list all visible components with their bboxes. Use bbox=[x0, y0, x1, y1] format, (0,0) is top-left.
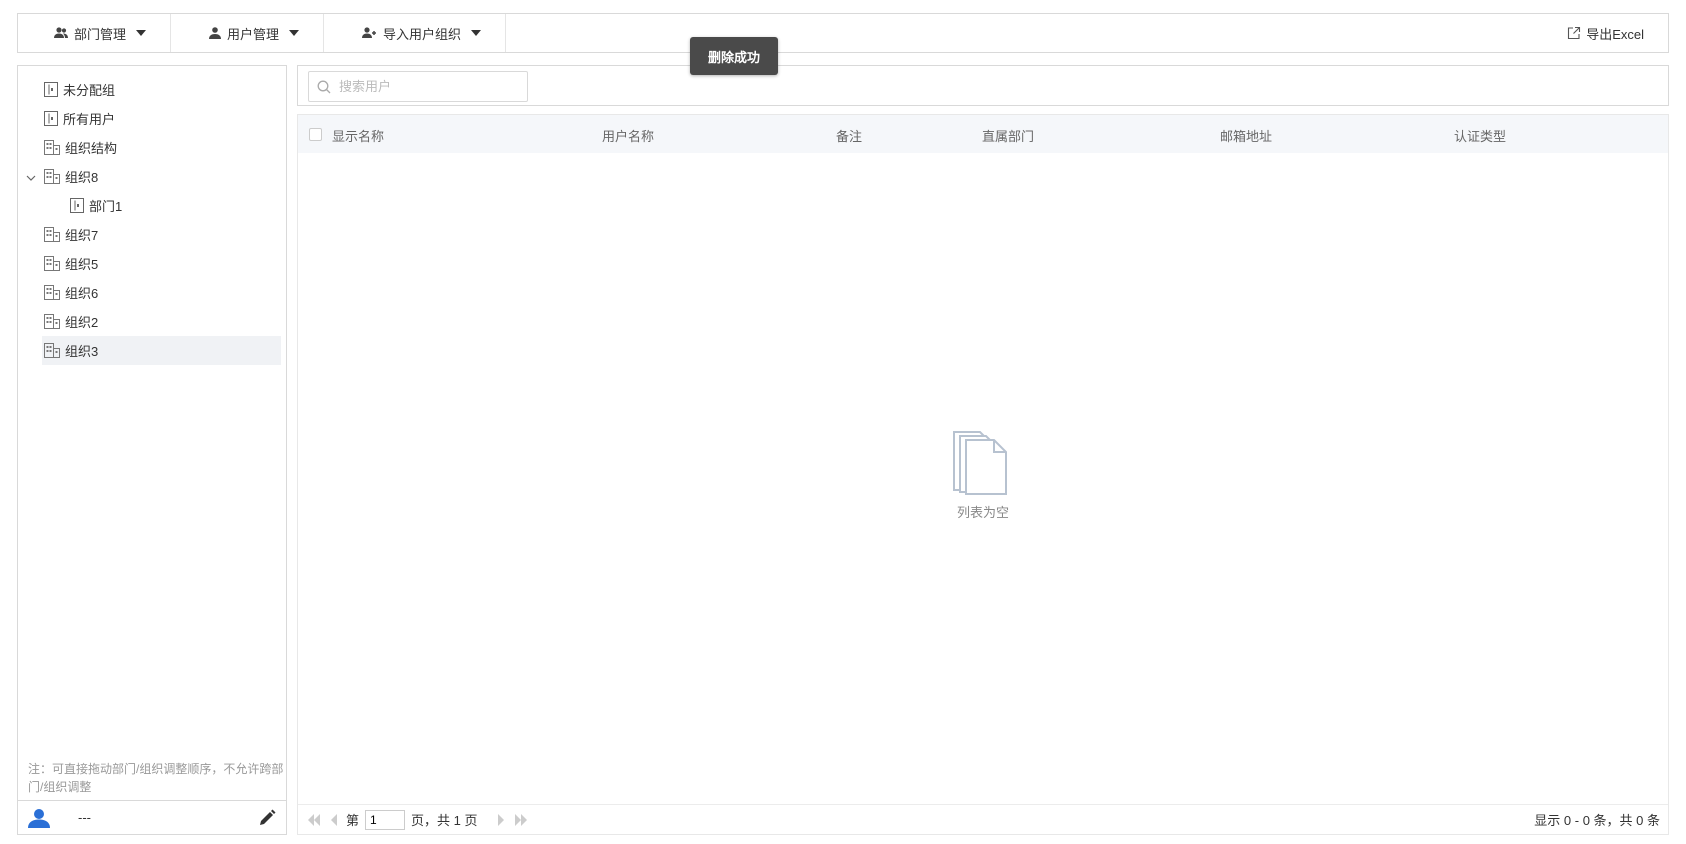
org-tree-panel: 未分配组所有用户组织结构组织8 部门1 组织7 组织5 组织6 组织2 组织3 注：可直接拖… bbox=[17, 65, 287, 835]
grid-header: 显示名称 用户名称 备注 直属部门 邮箱地址 认证类型 bbox=[298, 115, 1668, 153]
last-page-icon[interactable] bbox=[513, 813, 529, 827]
page-total: 页，共 1 页 bbox=[411, 813, 478, 828]
import-label: 导入用户组织 bbox=[383, 26, 462, 42]
tree-node[interactable]: 部门1 bbox=[18, 191, 286, 220]
org-icon bbox=[44, 256, 60, 271]
caret-down-icon bbox=[289, 30, 300, 36]
tree-node[interactable]: 组织结构 bbox=[18, 133, 286, 162]
user-mgmt-menu-button[interactable]: 用户管理 bbox=[171, 14, 325, 52]
export-icon bbox=[1567, 26, 1581, 40]
page-prefix: 第 bbox=[346, 813, 360, 828]
column-header-department[interactable]: 直属部门 bbox=[982, 126, 1034, 145]
export-excel-button[interactable]: 导出Excel bbox=[1567, 24, 1668, 43]
user-mgmt-label: 用户管理 bbox=[227, 26, 280, 42]
empty-documents-icon bbox=[952, 430, 1014, 496]
dept-mgmt-menu-button[interactable]: 部门管理 bbox=[18, 14, 172, 52]
org-icon bbox=[44, 140, 60, 155]
sidebar-note: 注：可直接拖动部门/组织调整顺序，不允许跨部门/组织调整 bbox=[28, 762, 284, 794]
search-bar bbox=[297, 65, 1669, 106]
tree-node[interactable]: 未分配组 bbox=[18, 75, 286, 104]
select-all-checkbox[interactable] bbox=[309, 128, 322, 141]
column-header-auth-type[interactable]: 认证类型 bbox=[1454, 126, 1506, 145]
tree-node-label: 所有用户 bbox=[63, 112, 116, 127]
tree-node-label: 组织6 bbox=[65, 286, 99, 301]
pencil-icon[interactable] bbox=[258, 809, 276, 827]
user-grid: 显示名称 用户名称 备注 直属部门 邮箱地址 认证类型 列表为空 第 页，共 1… bbox=[297, 114, 1669, 835]
tree-node-label: 部门1 bbox=[89, 199, 123, 214]
caret-down-icon bbox=[136, 30, 147, 36]
tree-node-label: 组织7 bbox=[65, 228, 99, 243]
org-icon bbox=[44, 285, 60, 300]
org-icon bbox=[44, 227, 60, 242]
tree-node[interactable]: 组织6 bbox=[18, 278, 286, 307]
caret-down-icon bbox=[471, 30, 482, 36]
user-avatar-icon bbox=[28, 808, 50, 828]
tree-node-label: 未分配组 bbox=[63, 83, 116, 98]
chevron-down-icon[interactable] bbox=[26, 171, 36, 181]
users-icon bbox=[54, 27, 68, 39]
org-icon bbox=[44, 343, 60, 358]
tree-node[interactable]: 组织3 bbox=[42, 336, 281, 365]
org-icon bbox=[44, 169, 60, 184]
pagination-bar: 第 页，共 1 页 显示 0 - 0 条，共 0 条 bbox=[298, 804, 1668, 834]
empty-state-text: 列表为空 bbox=[956, 505, 1009, 520]
toolbar: 部门管理 用户管理 导入用户组织 导出Excel bbox=[17, 13, 1669, 53]
next-page-icon[interactable] bbox=[495, 813, 507, 827]
tree-node-label: 组织8 bbox=[65, 170, 99, 185]
dept-icon bbox=[44, 82, 58, 97]
user-import-icon bbox=[362, 27, 377, 39]
tree-node-label: 组织5 bbox=[65, 257, 99, 272]
empty-state: 列表为空 bbox=[298, 430, 1668, 521]
export-label: 导出Excel bbox=[1586, 26, 1644, 42]
search-input[interactable] bbox=[339, 79, 509, 94]
dept-icon bbox=[70, 198, 84, 213]
sidebar-footer: --- bbox=[18, 800, 286, 834]
column-header-remark[interactable]: 备注 bbox=[836, 126, 862, 145]
tree-node[interactable]: 组织7 bbox=[18, 220, 286, 249]
column-header-email[interactable]: 邮箱地址 bbox=[1220, 126, 1272, 145]
first-page-icon[interactable] bbox=[306, 813, 322, 827]
current-user-name: --- bbox=[78, 810, 91, 825]
import-menu-button[interactable]: 导入用户组织 bbox=[324, 14, 507, 52]
user-icon bbox=[209, 27, 222, 39]
tree-node-label: 组织2 bbox=[65, 315, 99, 330]
pagination-summary: 显示 0 - 0 条，共 0 条 bbox=[1534, 813, 1660, 828]
search-icon bbox=[317, 80, 331, 94]
search-box[interactable] bbox=[308, 71, 528, 102]
prev-page-icon[interactable] bbox=[328, 813, 340, 827]
page-number-input[interactable] bbox=[365, 809, 406, 830]
org-tree: 未分配组所有用户组织结构组织8 部门1 组织7 组织5 组织6 组织2 组织3 bbox=[18, 66, 286, 365]
tree-node[interactable]: 组织5 bbox=[18, 249, 286, 278]
dept-mgmt-label: 部门管理 bbox=[74, 26, 127, 42]
tree-node[interactable]: 组织2 bbox=[18, 307, 286, 336]
dept-icon bbox=[44, 111, 58, 126]
tree-node[interactable]: 所有用户 bbox=[18, 104, 286, 133]
column-header-username[interactable]: 用户名称 bbox=[602, 126, 654, 145]
column-header-display-name[interactable]: 显示名称 bbox=[332, 126, 384, 145]
tree-node[interactable]: 组织8 bbox=[18, 162, 286, 191]
toast-message: 删除成功 bbox=[690, 37, 778, 75]
tree-node-label: 组织3 bbox=[65, 344, 99, 359]
org-icon bbox=[44, 314, 60, 329]
tree-node-label: 组织结构 bbox=[65, 141, 118, 156]
